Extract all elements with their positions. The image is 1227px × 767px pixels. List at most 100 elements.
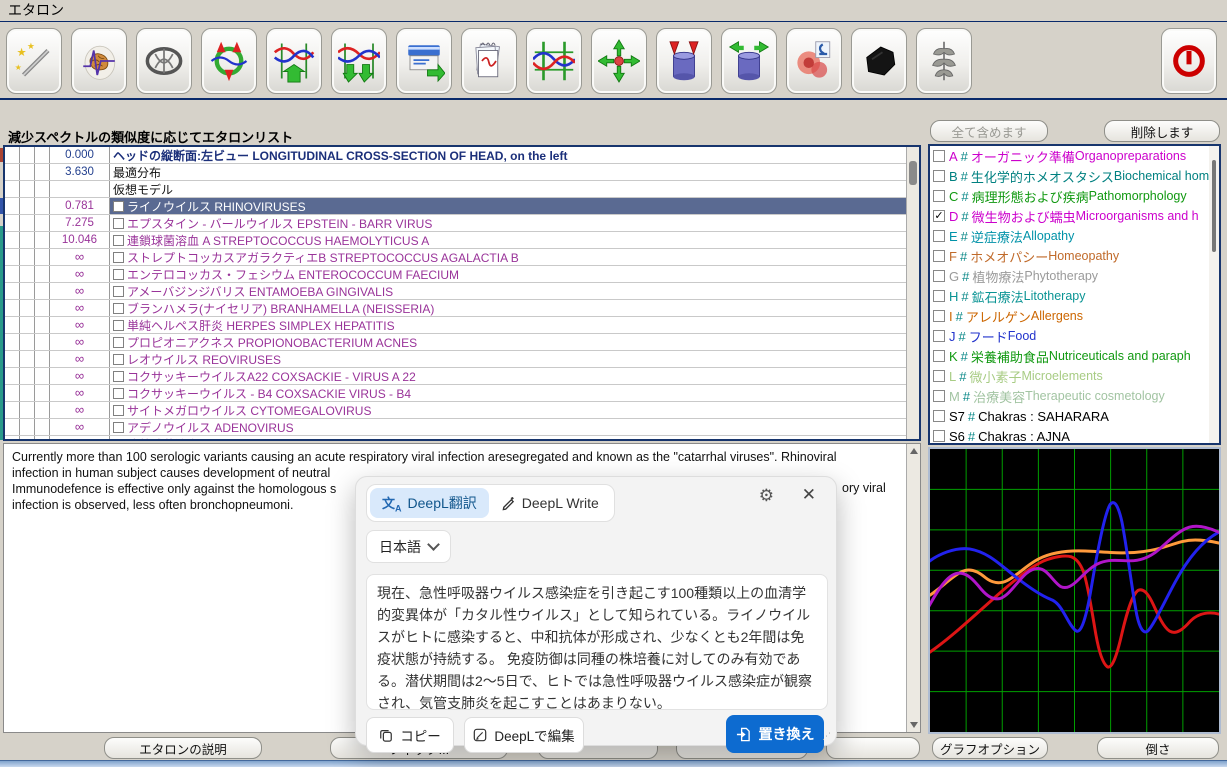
stone-button[interactable] — [851, 28, 907, 94]
brain-button[interactable] — [71, 28, 127, 94]
settings-gear-icon[interactable]: ⚙ — [759, 486, 774, 506]
category-item[interactable]: S6#Chakras : AJNA — [930, 426, 1219, 445]
etalon-name-cell[interactable]: ストレプトコッカスアガラクティエB STREPTOCOCCUS AGALACTI… — [110, 249, 906, 265]
category-checkbox[interactable] — [933, 350, 945, 362]
etalon-checkbox[interactable] — [113, 439, 124, 442]
category-checkbox[interactable] — [933, 430, 945, 442]
etalon-checkbox[interactable] — [113, 201, 124, 212]
magic-wand-button[interactable]: ★★★ — [6, 28, 62, 94]
etalon-checkbox[interactable] — [113, 337, 124, 348]
category-item[interactable]: H#鉱石療法 Litotherapy — [930, 286, 1219, 306]
category-checkbox[interactable] — [933, 390, 945, 402]
category-item[interactable]: K#栄養補助食品 Nutriceuticals and paraph — [930, 346, 1219, 366]
table-scrollbar-thumb[interactable] — [909, 161, 917, 185]
category-item[interactable]: B#生化学的ホメオスタシス Biochemical hom — [930, 166, 1219, 186]
table-row[interactable]: 0.000ヘッドの縦断面:左ビュー LONGITUDINAL CROSS-SEC… — [5, 147, 906, 164]
table-row[interactable]: ∞コクサッキーウイルス - B4 COXSACKIE VIRUS - B4 — [5, 385, 906, 402]
table-row[interactable]: 0.781ライノウイルス RHINOVIRUSES — [5, 198, 906, 215]
category-checkbox[interactable] — [933, 170, 945, 182]
etalon-checkbox[interactable] — [113, 320, 124, 331]
etalon-name-cell[interactable]: エプスタイン - バールウイルス EPSTEIN - BARR VIRUS — [110, 215, 906, 231]
graph-options-button[interactable]: グラフオプション — [932, 737, 1048, 759]
category-checkbox[interactable] — [933, 250, 945, 262]
table-row[interactable]: ∞単純ヘルペス肝炎 HERPES SIMPLEX HEPATITIS — [5, 317, 906, 334]
category-checkbox[interactable]: ✓ — [933, 210, 945, 222]
move-cross-button[interactable] — [591, 28, 647, 94]
etalon-name-cell[interactable]: 仮想モデル — [110, 181, 906, 197]
resize-grip[interactable]: ⋰ — [822, 731, 832, 742]
table-row[interactable]: ∞連鎖球菌溶血 B STREPTOCOCCUS VIRUS — [5, 436, 906, 441]
chart-raise-double-button[interactable] — [331, 28, 387, 94]
category-checkbox[interactable] — [933, 190, 945, 202]
etalon-checkbox[interactable] — [113, 235, 124, 246]
table-row[interactable]: 3.630最適分布 — [5, 164, 906, 181]
etalon-name-cell[interactable]: エンテロコッカス・フェシウム ENTEROCOCCUM FAECIUM — [110, 266, 906, 282]
category-item[interactable]: C#病理形態および疾病 Pathomorphology — [930, 186, 1219, 206]
etalon-name-cell[interactable]: ライノウイルス RHINOVIRUSES — [110, 198, 906, 214]
copy-button[interactable]: コピー — [366, 717, 454, 753]
category-item[interactable]: E#逆症療法 Allopathy — [930, 226, 1219, 246]
table-row[interactable]: ∞アメーバジンジバリス ENTAMOEBA GINGIVALIS — [5, 283, 906, 300]
category-checkbox[interactable] — [933, 330, 945, 342]
etalon-checkbox[interactable] — [113, 422, 124, 433]
translation-output[interactable]: 現在、急性呼吸器ウイルス感染症を引き起こす100種類以上の血清学的変異体が「カタ… — [366, 574, 828, 710]
exit-button[interactable] — [1161, 28, 1217, 94]
etalon-name-cell[interactable]: 単純ヘルペス肝炎 HERPES SIMPLEX HEPATITIS — [110, 317, 906, 333]
etalon-checkbox[interactable] — [113, 252, 124, 263]
category-item[interactable]: G#植物療法 Phytotherapy — [930, 266, 1219, 286]
edit-in-deepl-button[interactable]: DeepLで編集 — [464, 717, 584, 753]
include-all-button[interactable]: 全て含めます — [930, 120, 1048, 142]
etalon-name-cell[interactable]: コクサッキーウイルス - B4 COXSACKIE VIRUS - B4 — [110, 385, 906, 401]
category-scrollbar[interactable] — [1209, 146, 1219, 443]
chart-raise-button[interactable] — [266, 28, 322, 94]
etalon-checkbox[interactable] — [113, 405, 124, 416]
table-row[interactable]: ∞サイトメガロウイルス CYTOMEGALOVIRUS — [5, 402, 906, 419]
microorganisms-button[interactable] — [786, 28, 842, 94]
etalon-checkbox[interactable] — [113, 371, 124, 382]
category-scrollbar-thumb[interactable] — [1212, 160, 1216, 252]
category-checkbox[interactable] — [933, 310, 945, 322]
table-row[interactable]: 7.275エプスタイン - バールウイルス EPSTEIN - BARR VIR… — [5, 215, 906, 232]
etalon-name-cell[interactable]: コクサッキーウイルスA22 COXSACKIE - VIRUS A 22 — [110, 368, 906, 384]
category-item[interactable]: J#フード Food — [930, 326, 1219, 346]
etalon-name-cell[interactable]: 連鎖球菌溶血 A STREPTOCOCCUS HAEMOLYTICUS A — [110, 232, 906, 248]
etalon-checkbox[interactable] — [113, 269, 124, 280]
etalon-name-cell[interactable]: 最適分布 — [110, 164, 906, 180]
container-in-button[interactable] — [656, 28, 712, 94]
etalon-name-cell[interactable]: ヘッドの縦断面:左ビュー LONGITUDINAL CROSS-SECTION … — [110, 147, 906, 163]
table-row[interactable]: ∞アデノウイルス ADENOVIRUS — [5, 419, 906, 436]
table-row[interactable]: ∞ブランハメラ(ナイセリア) BRANHAMELLA (NEISSERIA) — [5, 300, 906, 317]
etalon-checkbox[interactable] — [113, 286, 124, 297]
category-item[interactable]: I#アレルゲン Allergens — [930, 306, 1219, 326]
etalon-name-cell[interactable]: プロピオニアクネス PROPIONOBACTERIUM ACNES — [110, 334, 906, 350]
compare-arrows-button[interactable] — [201, 28, 257, 94]
table-row[interactable]: ∞ストレプトコッカスアガラクティエB STREPTOCOCCUS AGALACT… — [5, 249, 906, 266]
notes-button[interactable] — [461, 28, 517, 94]
table-row[interactable]: 10.046連鎖球菌溶血 A STREPTOCOCCUS HAEMOLYTICU… — [5, 232, 906, 249]
delete-button[interactable]: 削除します — [1104, 120, 1220, 142]
plant-button[interactable] — [916, 28, 972, 94]
etalon-checkbox[interactable] — [113, 218, 124, 229]
etalon-name-cell[interactable]: ブランハメラ(ナイセリア) BRANHAMELLA (NEISSERIA) — [110, 300, 906, 316]
table-row[interactable]: ∞コクサッキーウイルスA22 COXSACKIE - VIRUS A 22 — [5, 368, 906, 385]
category-item[interactable]: L#微小素子 Microelements — [930, 366, 1219, 386]
invert-button[interactable]: 倒さ — [1097, 737, 1219, 759]
etalon-name-cell[interactable]: アデノウイルス ADENOVIRUS — [110, 419, 906, 435]
category-checkbox[interactable] — [933, 290, 945, 302]
table-row[interactable]: ∞レオウイルス REOVIRUSES — [5, 351, 906, 368]
etalon-name-cell[interactable]: サイトメガロウイルス CYTOMEGALOVIRUS — [110, 402, 906, 418]
category-checkbox[interactable] — [933, 370, 945, 382]
table-row[interactable]: ∞プロピオニアクネス PROPIONOBACTERIUM ACNES — [5, 334, 906, 351]
head-mesh-button[interactable] — [136, 28, 192, 94]
category-item[interactable]: S7#Chakras : SAHARARA — [930, 406, 1219, 426]
chart-grid-button[interactable] — [526, 28, 582, 94]
deepl-write-tab[interactable]: DeepL Write — [489, 490, 611, 516]
category-checkbox[interactable] — [933, 150, 945, 162]
category-item[interactable]: M#治療美容 Therapeutic cosmetology — [930, 386, 1219, 406]
scroll-down-icon[interactable] — [910, 722, 918, 728]
etalon-description-button[interactable]: エタロンの説明 — [104, 737, 262, 759]
deepl-translate-tab[interactable]: 文A DeepL翻訳 — [370, 488, 489, 519]
etalon-name-cell[interactable]: 連鎖球菌溶血 B STREPTOCOCCUS VIRUS — [110, 436, 906, 441]
table-scrollbar[interactable] — [906, 147, 919, 439]
print-button[interactable] — [396, 28, 452, 94]
